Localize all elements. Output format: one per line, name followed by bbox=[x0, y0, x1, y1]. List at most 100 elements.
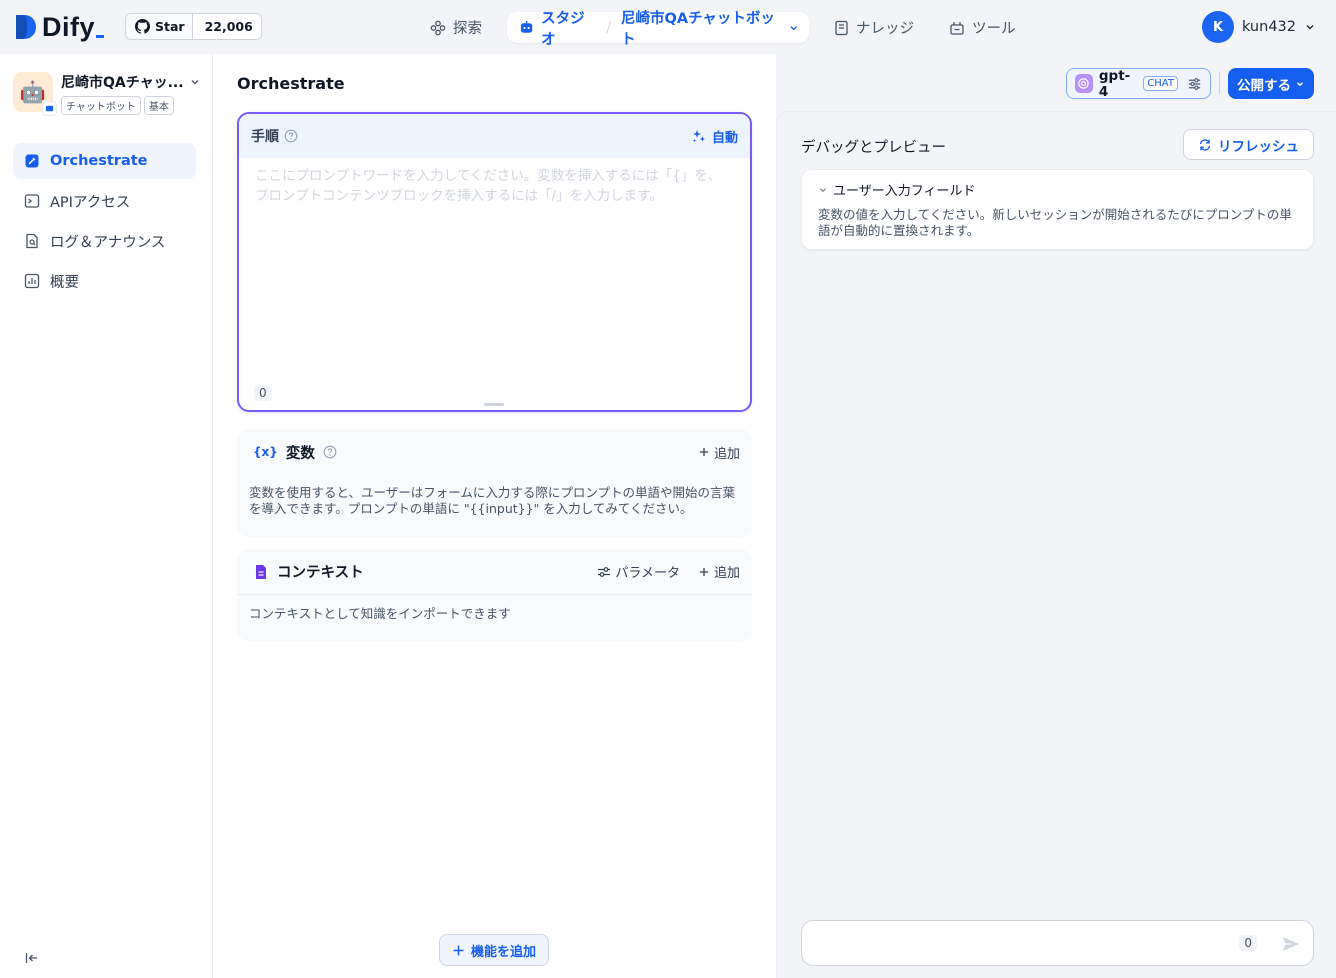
nav-explore[interactable]: 探索 bbox=[430, 12, 482, 43]
refresh-label: リフレッシュ bbox=[1218, 138, 1299, 155]
variables-section: {x} 変数 追加 変数を使用すると、ユーザーはフォームに入力する際にプロンプト… bbox=[237, 429, 752, 537]
app-breadcrumb[interactable]: 尼崎市QAチャットボット bbox=[621, 7, 781, 49]
sidebar-item-label: 概要 bbox=[50, 274, 79, 291]
sidebar-item-label: ログ＆アナウンス bbox=[50, 234, 166, 251]
auto-generate-button[interactable]: 自動 bbox=[692, 127, 738, 146]
app-type-tag: チャットボット bbox=[61, 96, 141, 115]
user-name[interactable]: kun432 bbox=[1242, 19, 1296, 35]
resize-handle[interactable] bbox=[484, 403, 504, 406]
dify-logo-mark-icon bbox=[16, 15, 36, 39]
github-star-count[interactable]: 22,006 bbox=[193, 14, 261, 39]
publish-button[interactable]: 公開する bbox=[1228, 68, 1314, 99]
app-tags: チャットボット 基本 bbox=[61, 96, 201, 115]
plus-icon bbox=[453, 945, 464, 955]
user-inputs-title: ユーザー入力フィールド bbox=[833, 184, 976, 199]
add-feature-button[interactable]: 機能を追加 bbox=[439, 934, 549, 966]
prompt-textarea[interactable]: ここにプロンプトワードを入力してください。変数を挿入するには「{」を、プロンプト… bbox=[239, 158, 750, 214]
refresh-icon bbox=[1199, 138, 1211, 151]
sidebar-item-logs[interactable]: ログ＆アナウンス bbox=[13, 223, 196, 259]
page-title: Orchestrate bbox=[237, 74, 345, 93]
document-icon bbox=[256, 564, 266, 579]
terminal-icon bbox=[24, 194, 40, 208]
openai-icon bbox=[1075, 74, 1093, 93]
chevron-down-icon[interactable] bbox=[1304, 21, 1316, 33]
prompt-char-count: 0 bbox=[254, 385, 272, 401]
dify-logo[interactable]: Dify bbox=[14, 11, 105, 42]
top-header: Dify Star 22,006 探索 スタジオ / 尼崎市QAチャットボット bbox=[0, 0, 1336, 54]
github-star-button[interactable]: Star bbox=[126, 14, 193, 39]
sidebar-item-orchestrate[interactable]: Orchestrate bbox=[13, 143, 196, 179]
app-info[interactable]: 🤖 尼崎市QAチャッ... チャットボット 基本 bbox=[13, 72, 203, 116]
orchestrate-icon bbox=[25, 154, 39, 168]
orchestrate-panel: Orchestrate 手順 自動 ここにプロンプトワードを入力してください。変… bbox=[213, 54, 776, 978]
collapse-sidebar-icon bbox=[25, 953, 37, 963]
publish-label: 公開する bbox=[1237, 77, 1291, 94]
sidebar-menu: Orchestrate APIアクセス ログ＆アナウンス 概要 bbox=[13, 143, 196, 303]
plus-icon bbox=[699, 448, 708, 456]
plus-icon bbox=[699, 567, 708, 576]
nav-tools-label: ツール bbox=[972, 21, 1016, 37]
model-name: gpt-4 bbox=[1098, 67, 1131, 100]
chevron-down-icon[interactable] bbox=[189, 76, 201, 88]
help-icon[interactable] bbox=[323, 445, 337, 459]
variables-description: 変数を使用すると、ユーザーはフォームに入力する際にプロンプトの単語や開始の言葉を… bbox=[249, 485, 736, 516]
help-icon[interactable] bbox=[284, 129, 298, 143]
add-variable-label: 追加 bbox=[713, 446, 740, 462]
prompt-header: 手順 自動 bbox=[239, 114, 750, 158]
sidebar-item-label: APIアクセス bbox=[50, 194, 131, 211]
prompt-editor[interactable]: 手順 自動 ここにプロンプトワードを入力してください。変数を挿入するには「{」を… bbox=[237, 112, 752, 412]
sidebar-item-api-access[interactable]: APIアクセス bbox=[13, 183, 196, 219]
chevron-down-icon bbox=[1297, 81, 1303, 86]
user-inputs-card: ユーザー入力フィールド 変数の値を入力してください。新しいセッションが開始される… bbox=[801, 169, 1314, 250]
nav-explore-label: 探索 bbox=[453, 21, 482, 37]
context-description: コンテキストとして知識をインポートできます bbox=[249, 606, 511, 621]
chat-input[interactable]: 0 bbox=[801, 920, 1314, 966]
github-star-label: Star bbox=[155, 19, 185, 34]
github-star-widget[interactable]: Star 22,006 bbox=[125, 13, 262, 40]
user-inputs-description: 変数の値を入力してください。新しいセッションが開始されるたびにプロンプトの単語が… bbox=[818, 207, 1292, 238]
app-mode-tag: 基本 bbox=[143, 96, 174, 115]
model-selector[interactable]: gpt-4 CHAT bbox=[1066, 67, 1211, 100]
github-icon bbox=[135, 19, 150, 34]
file-search-icon bbox=[26, 233, 38, 249]
app-name-row[interactable]: 尼崎市QAチャッ... bbox=[61, 72, 201, 92]
context-section: コンテキスト パラメータ 追加 コンテキストとして知識をインポートできます bbox=[237, 549, 752, 641]
app-name: 尼崎市QAチャッ... bbox=[61, 75, 184, 91]
bar-chart-icon bbox=[24, 273, 40, 289]
context-params-button[interactable]: パラメータ bbox=[597, 562, 680, 581]
brand-name: Dify bbox=[42, 11, 96, 42]
debug-preview-panel: デバッグとプレビュー リフレッシュ ユーザー入力フィールド 変数の値を入力してく… bbox=[776, 111, 1336, 978]
collapse-sidebar-button[interactable] bbox=[24, 950, 40, 966]
nav-knowledge[interactable]: ナレッジ bbox=[834, 12, 914, 43]
sparkle-icon bbox=[692, 130, 705, 142]
nav-studio[interactable]: スタジオ / 尼崎市QAチャットボット bbox=[507, 11, 809, 48]
auto-label: 自動 bbox=[711, 130, 738, 146]
prompt-title: 手順 bbox=[251, 129, 279, 145]
nav-tools[interactable]: ツール bbox=[949, 12, 1016, 43]
refresh-button[interactable]: リフレッシュ bbox=[1183, 129, 1314, 160]
params-label: パラメータ bbox=[615, 566, 680, 581]
model-mode-tag: CHAT bbox=[1143, 76, 1178, 91]
context-title: コンテキスト bbox=[277, 565, 364, 581]
add-feature-label: 機能を追加 bbox=[470, 944, 536, 960]
explore-icon bbox=[430, 20, 446, 35]
add-context-label: 追加 bbox=[713, 566, 740, 581]
chevron-down-icon[interactable] bbox=[788, 22, 799, 34]
chat-char-count: 0 bbox=[1239, 935, 1257, 951]
send-icon[interactable] bbox=[1281, 934, 1301, 954]
nav-studio-label: スタジオ bbox=[541, 10, 585, 48]
logo-underscore bbox=[96, 34, 105, 38]
book-icon bbox=[835, 20, 848, 35]
user-inputs-toggle[interactable]: ユーザー入力フィールド bbox=[818, 180, 1297, 199]
sidebar-item-overview[interactable]: 概要 bbox=[13, 263, 196, 299]
add-context-button[interactable]: 追加 bbox=[698, 562, 740, 581]
avatar[interactable]: K bbox=[1201, 11, 1234, 43]
user-menu[interactable]: K kun432 bbox=[1201, 11, 1316, 43]
add-variable-button[interactable]: 追加 bbox=[698, 443, 740, 462]
sidebar: 🤖 尼崎市QAチャッ... チャットボット 基本 Orchestrate API… bbox=[0, 54, 213, 978]
chevron-down-icon bbox=[820, 187, 826, 192]
tool-icon bbox=[950, 21, 964, 35]
sliders-icon[interactable] bbox=[1187, 76, 1202, 92]
chatbot-badge-icon bbox=[42, 101, 57, 116]
variable-icon: {x} bbox=[253, 445, 278, 459]
